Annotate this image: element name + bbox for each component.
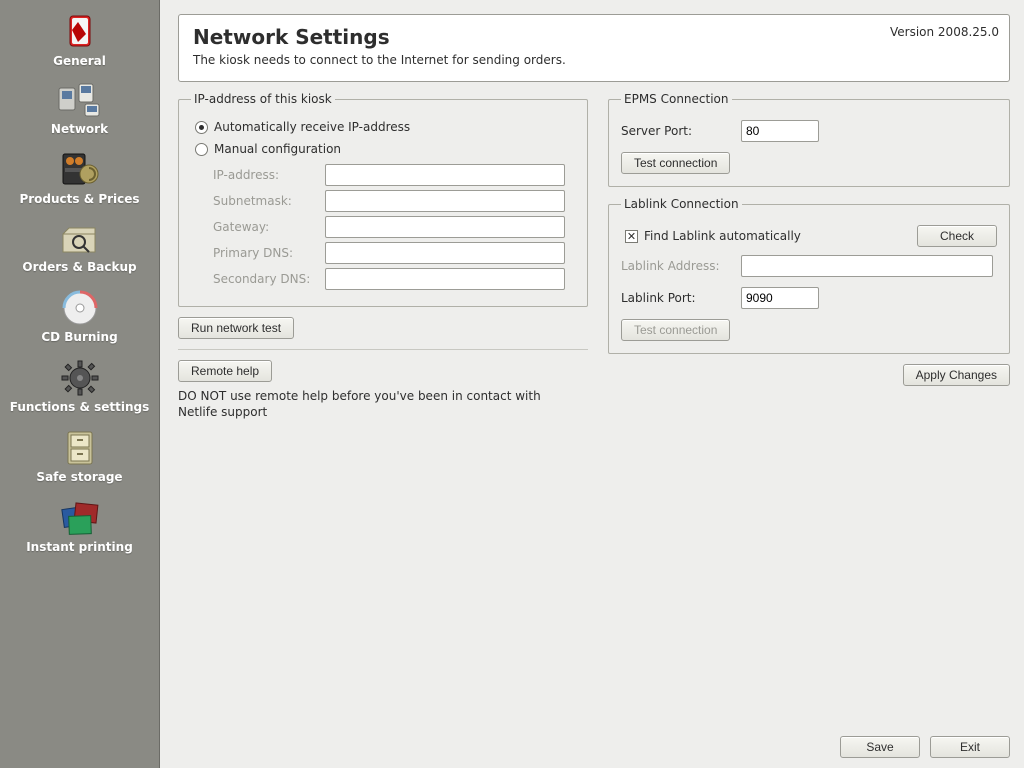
ip-address-label: IP-address: bbox=[213, 168, 325, 182]
lablink-test-button[interactable]: Test connection bbox=[621, 319, 730, 341]
remote-help-button[interactable]: Remote help bbox=[178, 360, 272, 382]
lablink-port-input[interactable] bbox=[741, 287, 819, 309]
sidebar-item-printing[interactable]: Instant printing bbox=[0, 492, 159, 562]
version-label: Version 2008.25.0 bbox=[890, 25, 999, 39]
ip-manual-label: Manual configuration bbox=[214, 142, 341, 156]
sidebar-item-label: General bbox=[4, 54, 155, 68]
radio-icon bbox=[195, 143, 208, 156]
ip-legend: IP-address of this kiosk bbox=[191, 92, 335, 106]
safe-icon bbox=[60, 428, 100, 468]
lablink-check-button[interactable]: Check bbox=[917, 225, 997, 247]
cd-icon bbox=[59, 288, 101, 328]
network-icon bbox=[55, 82, 105, 120]
page-title: Network Settings bbox=[193, 25, 995, 49]
products-icon bbox=[57, 150, 103, 190]
gateway-input[interactable] bbox=[325, 216, 565, 238]
exit-button[interactable]: Exit bbox=[930, 736, 1010, 758]
epms-port-input[interactable] bbox=[741, 120, 819, 142]
main: Version 2008.25.0 Network Settings The k… bbox=[160, 0, 1024, 768]
epms-port-label: Server Port: bbox=[621, 124, 731, 138]
subnet-label: Subnetmask: bbox=[213, 194, 325, 208]
sidebar-item-functions[interactable]: Functions & settings bbox=[0, 352, 159, 422]
epms-test-button[interactable]: Test connection bbox=[621, 152, 730, 174]
ip-address-input[interactable] bbox=[325, 164, 565, 186]
sidebar-item-safestorage[interactable]: Safe storage bbox=[0, 422, 159, 492]
gear-icon bbox=[59, 358, 101, 398]
dns1-label: Primary DNS: bbox=[213, 246, 325, 260]
lablink-legend: Lablink Connection bbox=[621, 197, 742, 211]
orders-icon bbox=[57, 220, 103, 258]
remote-help-note: DO NOT use remote help before you've bee… bbox=[178, 388, 558, 420]
run-network-test-button[interactable]: Run network test bbox=[178, 317, 294, 339]
lablink-auto-label: Find Lablink automatically bbox=[644, 229, 801, 243]
save-button[interactable]: Save bbox=[840, 736, 920, 758]
dns1-input[interactable] bbox=[325, 242, 565, 264]
ip-fieldset: IP-address of this kiosk Automatically r… bbox=[178, 92, 588, 307]
sidebar-item-label: Orders & Backup bbox=[4, 260, 155, 274]
subnet-input[interactable] bbox=[325, 190, 565, 212]
sidebar-item-products[interactable]: Products & Prices bbox=[0, 144, 159, 214]
sidebar: General Network Products & Prices bbox=[0, 0, 160, 768]
separator bbox=[178, 349, 588, 350]
lablink-port-label: Lablink Port: bbox=[621, 291, 731, 305]
lablink-addr-input[interactable] bbox=[741, 255, 993, 277]
lablink-addr-label: Lablink Address: bbox=[621, 259, 731, 273]
printing-icon bbox=[57, 498, 103, 538]
sidebar-item-label: Products & Prices bbox=[4, 192, 155, 206]
sidebar-item-orders[interactable]: Orders & Backup bbox=[0, 214, 159, 282]
sidebar-item-cd[interactable]: CD Burning bbox=[0, 282, 159, 352]
lablink-fieldset: Lablink Connection ✕ Find Lablink automa… bbox=[608, 197, 1010, 354]
sidebar-item-label: Safe storage bbox=[4, 470, 155, 484]
ip-manual-radio[interactable]: Manual configuration bbox=[195, 142, 575, 156]
sidebar-item-label: Functions & settings bbox=[4, 400, 155, 414]
ip-auto-label: Automatically receive IP-address bbox=[214, 120, 410, 134]
sidebar-item-general[interactable]: General bbox=[0, 6, 159, 76]
general-icon bbox=[58, 12, 102, 52]
epms-fieldset: EPMS Connection Server Port: Test connec… bbox=[608, 92, 1010, 187]
radio-icon bbox=[195, 121, 208, 134]
footer: Save Exit bbox=[178, 726, 1010, 758]
sidebar-item-network[interactable]: Network bbox=[0, 76, 159, 144]
sidebar-item-label: Network bbox=[4, 122, 155, 136]
lablink-auto-checkbox[interactable]: ✕ bbox=[625, 230, 638, 243]
header: Version 2008.25.0 Network Settings The k… bbox=[178, 14, 1010, 82]
gateway-label: Gateway: bbox=[213, 220, 325, 234]
sidebar-item-label: Instant printing bbox=[4, 540, 155, 554]
sidebar-item-label: CD Burning bbox=[4, 330, 155, 344]
page-subtitle: The kiosk needs to connect to the Intern… bbox=[193, 53, 995, 67]
dns2-input[interactable] bbox=[325, 268, 565, 290]
dns2-label: Secondary DNS: bbox=[213, 272, 325, 286]
ip-auto-radio[interactable]: Automatically receive IP-address bbox=[195, 120, 575, 134]
epms-legend: EPMS Connection bbox=[621, 92, 732, 106]
apply-changes-button[interactable]: Apply Changes bbox=[903, 364, 1010, 386]
